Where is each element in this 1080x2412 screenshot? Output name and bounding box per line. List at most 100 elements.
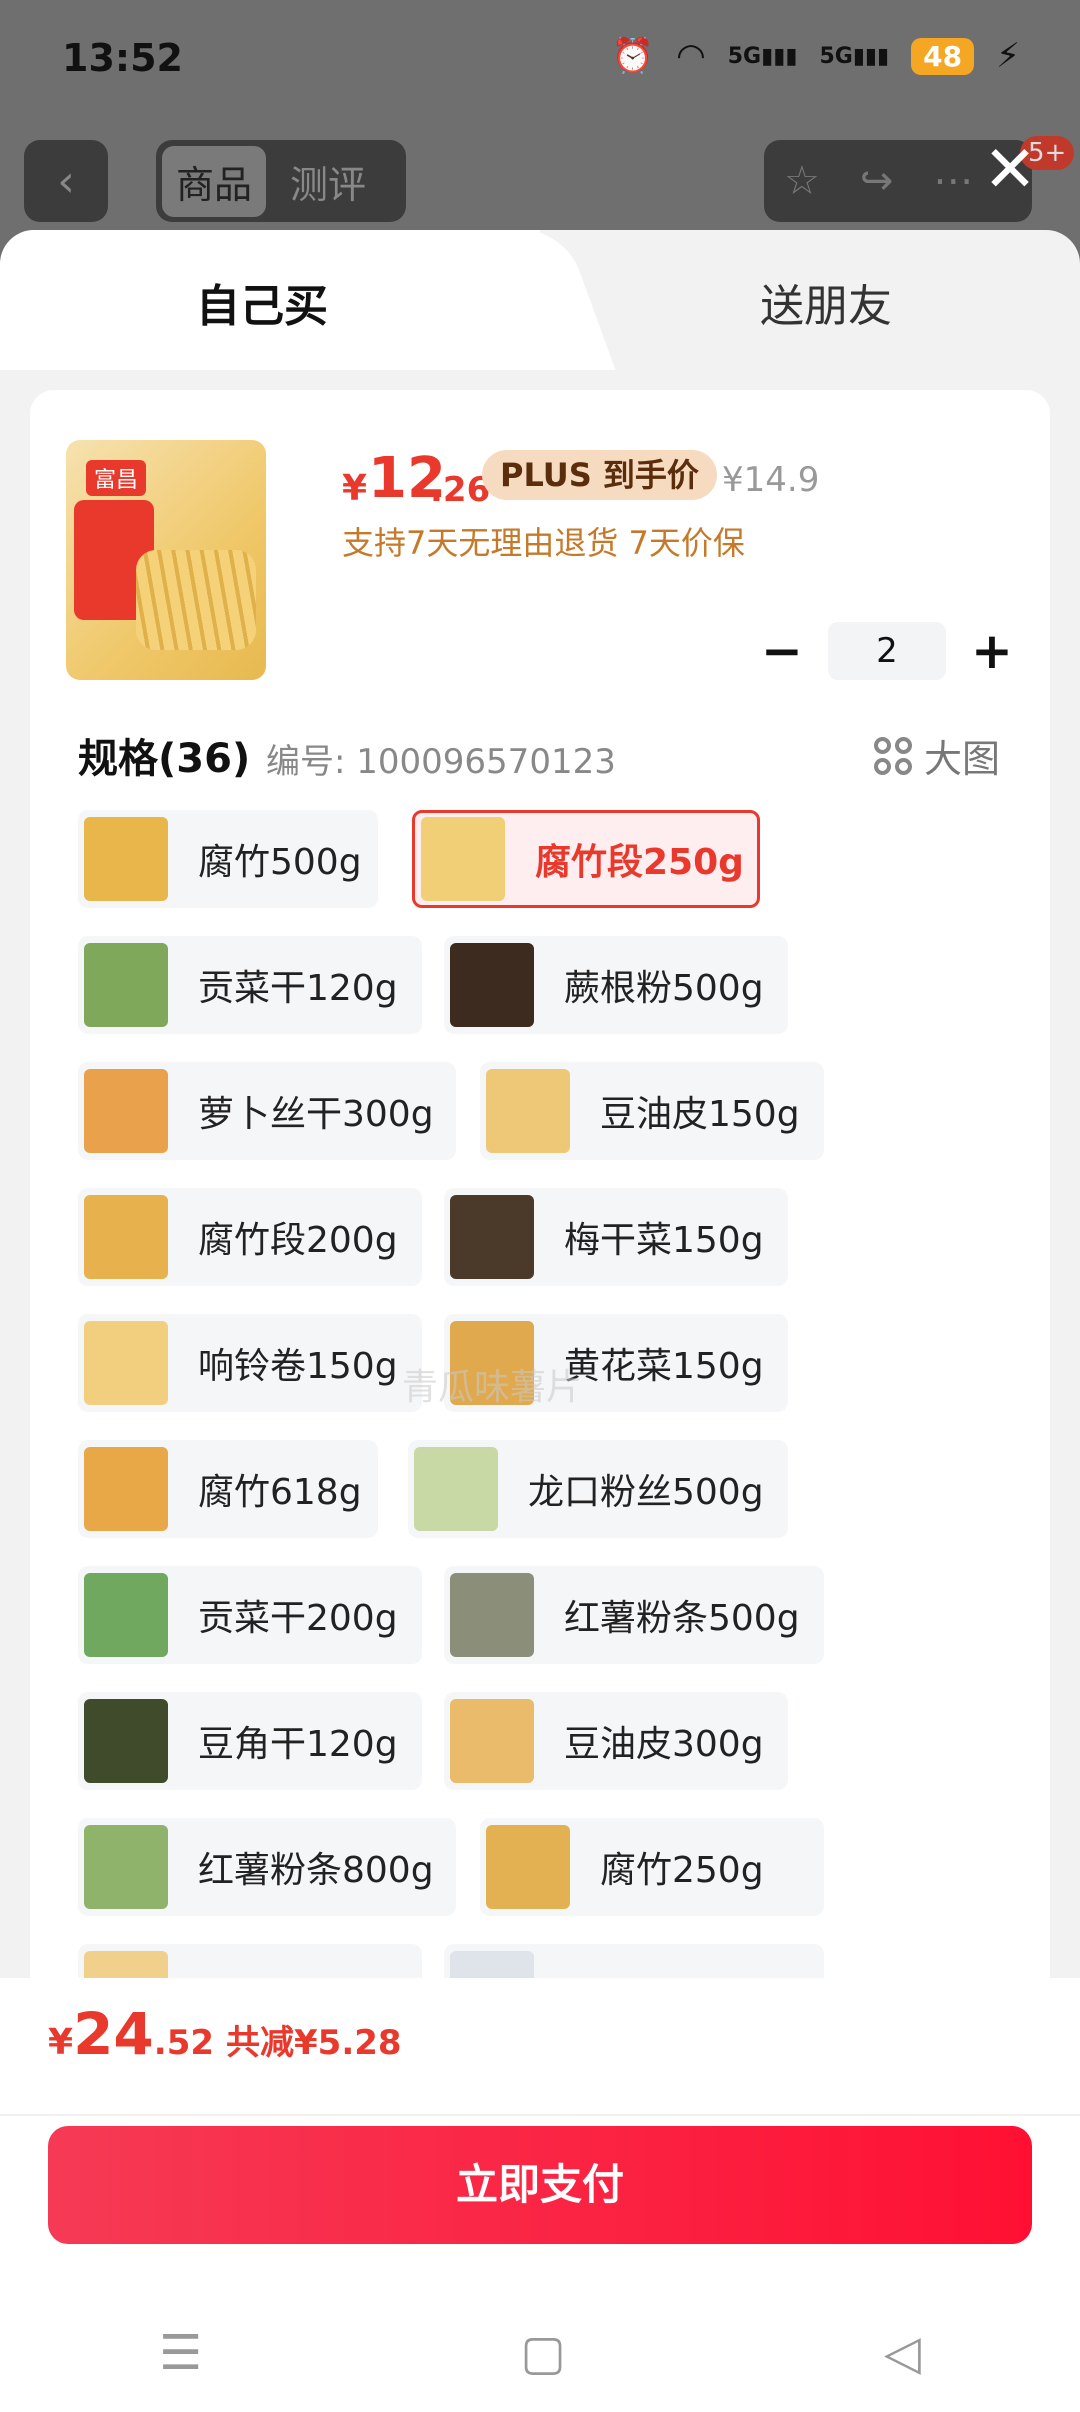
spec-name: 腐竹500g (198, 842, 362, 883)
return-guarantee: 支持7天无理由退货 7天价保 (342, 524, 745, 562)
back-nav-icon[interactable]: ◁ (884, 2325, 921, 2381)
share-icon: ↪ (859, 158, 894, 204)
quantity-stepper: − 2 + (760, 622, 1014, 680)
spec-option[interactable]: 豆油皮300g (444, 1692, 788, 1790)
spec-thumbnail (450, 943, 534, 1027)
total-integer: 24 (73, 2000, 154, 2068)
price-currency: ¥ (342, 468, 368, 509)
star-icon: ☆ (784, 158, 820, 204)
wifi-icon: ◠ (676, 36, 706, 76)
spec-name: 萝卜丝干300g (198, 1094, 434, 1135)
pay-now-button[interactable]: 立即支付 (48, 2126, 1032, 2244)
spec-option[interactable]: 贡菜干120g (78, 936, 422, 1034)
original-price: ¥14.9 (722, 460, 820, 500)
tab-gift-to-friend[interactable]: 送朋友 (760, 270, 892, 334)
alarm-icon: ⏰ (611, 36, 655, 76)
watermark: 青瓜味薯片 (402, 1367, 583, 1408)
grid-icon (873, 736, 912, 775)
spec-option[interactable]: 豆角干120g (78, 1692, 422, 1790)
spec-option-selected[interactable]: 腐竹段250g (412, 810, 760, 908)
brand-mark: 富昌 (86, 460, 147, 496)
status-time: 13:52 (62, 36, 183, 80)
spec-option[interactable]: 蕨根粉500g (444, 936, 788, 1034)
spec-name: 腐竹段250g (535, 842, 744, 883)
purchase-mode-tabs: 自己买 送朋友 (0, 230, 1080, 370)
spec-thumbnail (84, 1573, 168, 1657)
menu-icon[interactable]: ☰ (159, 2325, 202, 2381)
spec-option[interactable]: 响铃卷150g (78, 1314, 422, 1412)
spec-option[interactable]: 贡菜干200g (78, 1566, 422, 1664)
divider (0, 2114, 1080, 2116)
spec-name: 黄花菜150g (564, 1346, 764, 1387)
product-panel: 富昌 ¥ 12 .26 PLUS 到手价 ¥14.9 支持7天无理由退货 7天价… (30, 390, 1050, 2210)
system-nav-bar: ☰ ▢ ◁ (0, 2308, 1080, 2398)
spec-name: 腐竹618g (198, 1472, 362, 1513)
signal-icon: 5G▮▮▮ (819, 43, 890, 69)
spec-name: 贡菜干120g (198, 968, 398, 1009)
total-savings: 共减¥5.28 (226, 2023, 402, 2063)
spec-thumbnail (421, 817, 505, 901)
spec-option[interactable]: 腐竹段200g (78, 1188, 422, 1286)
tab-buy-for-self[interactable]: 自己买 (196, 270, 328, 334)
status-icons: ⏰ ◠ 5G▮▮▮ 5G▮▮▮ 48 ⚡ (612, 36, 1020, 76)
spec-thumbnail (84, 1069, 168, 1153)
quantity-value[interactable]: 2 (828, 622, 946, 680)
spec-name: 响铃卷150g (198, 1346, 398, 1387)
spec-name: 蕨根粉500g (564, 968, 764, 1009)
spec-thumbnail (450, 1699, 534, 1783)
spec-thumbnail (84, 1825, 168, 1909)
tab-product: 商品 (162, 145, 267, 217)
spec-option[interactable]: 红薯粉条500g (444, 1566, 824, 1664)
spec-name: 龙口粉丝500g (528, 1472, 764, 1513)
product-image[interactable]: 富昌 (66, 440, 266, 680)
spec-name: 贡菜干200g (198, 1598, 398, 1639)
checkout-footer: ¥24.52 共减¥5.28 立即支付 ☰ ▢ ◁ (0, 1978, 1080, 2412)
spec-option[interactable]: 红薯粉条800g (78, 1818, 456, 1916)
spec-name: 红薯粉条500g (564, 1598, 800, 1639)
big-picture-toggle[interactable]: 大图 (873, 728, 1000, 783)
background-tabs: 商品 测评 (156, 140, 406, 222)
plus-icon[interactable]: + (970, 622, 1014, 680)
spec-title: 规格(36) (78, 736, 251, 782)
spec-option[interactable]: 龙口粉丝500g (408, 1440, 788, 1538)
plus-price-badge: PLUS 到手价 (482, 450, 717, 500)
spec-thumbnail (84, 1447, 168, 1531)
spec-thumbnail (486, 1825, 570, 1909)
spec-name: 梅干菜150g (564, 1220, 764, 1261)
total-price: ¥24.52 共减¥5.28 (48, 2000, 402, 2068)
spec-options: 腐竹500g 腐竹段250g 贡菜干120g 蕨根粉500g 萝卜丝干300g … (78, 810, 1038, 2070)
status-bar: 13:52 ⏰ ◠ 5G▮▮▮ 5G▮▮▮ 48 ⚡ (0, 0, 1080, 120)
product-code: 编号: 100096570123 (266, 742, 616, 782)
spec-thumbnail (414, 1447, 498, 1531)
spec-name: 豆油皮300g (564, 1724, 764, 1765)
close-icon[interactable]: ✕ (980, 138, 1040, 202)
spec-option[interactable]: 腐竹618g (78, 1440, 378, 1538)
spec-option[interactable]: 梅干菜150g (444, 1188, 788, 1286)
battery-indicator: 48 (911, 37, 975, 75)
big-picture-label: 大图 (923, 737, 1000, 781)
spec-name: 腐竹250g (600, 1850, 764, 1891)
signal-icon: 5G▮▮▮ (727, 43, 798, 69)
spec-thumbnail (84, 1699, 168, 1783)
spec-thumbnail (84, 1195, 168, 1279)
charging-icon: ⚡ (996, 36, 1020, 76)
spec-thumbnail (84, 943, 168, 1027)
spec-name: 腐竹段200g (198, 1220, 398, 1261)
spec-name: 豆角干120g (198, 1724, 398, 1765)
spec-option[interactable]: 豆油皮150g (480, 1062, 824, 1160)
spec-thumbnail (84, 1321, 168, 1405)
spec-thumbnail (84, 817, 168, 901)
spec-option[interactable]: 萝卜丝干300g (78, 1062, 456, 1160)
spec-option[interactable]: 腐竹250g (480, 1818, 824, 1916)
more-icon: ⋯ (933, 158, 974, 204)
spec-name: 豆油皮150g (600, 1094, 800, 1135)
total-decimal: .52 (153, 2023, 215, 2063)
total-currency: ¥ (48, 2022, 74, 2063)
spec-thumbnail (450, 1195, 534, 1279)
tab-review: 测评 (290, 162, 367, 207)
spec-option[interactable]: 腐竹500g (78, 810, 378, 908)
back-icon: ‹ (24, 140, 108, 222)
home-icon[interactable]: ▢ (520, 2325, 565, 2381)
minus-icon[interactable]: − (760, 622, 804, 680)
spec-thumbnail (486, 1069, 570, 1153)
